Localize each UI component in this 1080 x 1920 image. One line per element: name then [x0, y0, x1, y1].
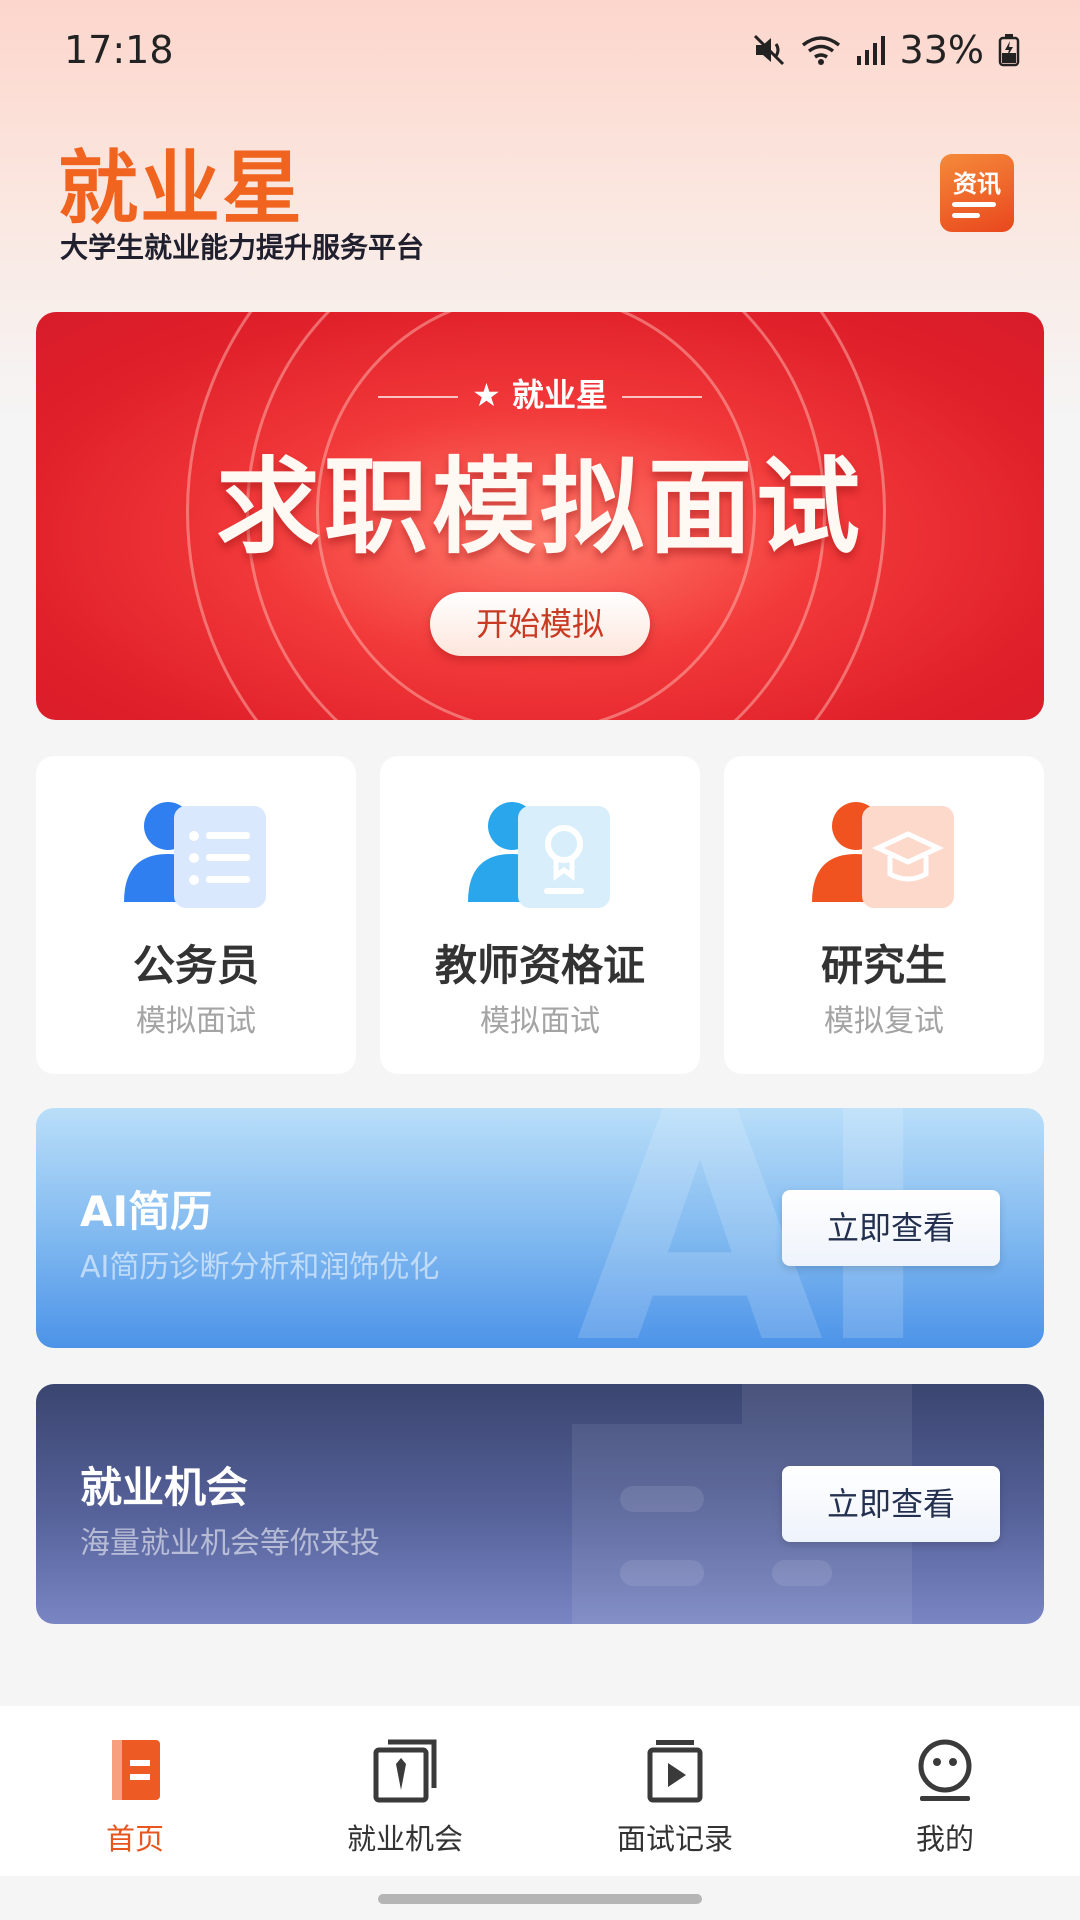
- ai-resume-card[interactable]: AI AI简历 AI简历诊断分析和润饰优化 立即查看: [36, 1108, 1044, 1348]
- graduate-cap-icon: [812, 802, 954, 908]
- card-subtitle: 模拟复试: [824, 1004, 944, 1039]
- teacher-certificate-card[interactable]: 教师资格证 模拟面试: [380, 756, 700, 1074]
- job-opportunity-subtitle: 海量就业机会等你来投: [80, 1526, 380, 1561]
- battery-percent: 33%: [899, 28, 984, 72]
- banner-brand: ★ 就业星: [36, 370, 1044, 416]
- teacher-certificate-icon: [468, 802, 610, 908]
- news-icon: [952, 196, 996, 218]
- tab-label: 面试记录: [616, 1822, 733, 1856]
- battery-icon: [998, 34, 1020, 67]
- home-indicator[interactable]: [378, 1894, 702, 1904]
- app-title: 就业星: [58, 142, 304, 235]
- news-button[interactable]: 资讯: [940, 154, 1014, 232]
- tab-interview-record[interactable]: 面试记录: [540, 1706, 810, 1876]
- civil-servant-card[interactable]: 公务员 模拟面试: [36, 756, 356, 1074]
- profile-face-icon: [918, 1739, 972, 1801]
- tab-label: 我的: [915, 1822, 974, 1856]
- card-title: 教师资格证: [434, 941, 645, 990]
- status-time: 17:18: [64, 28, 174, 72]
- card-subtitle: 模拟面试: [136, 1004, 256, 1039]
- wifi-icon: [801, 36, 840, 65]
- mock-interview-banner[interactable]: ★ 就业星 求职模拟面试 开始模拟: [36, 312, 1044, 720]
- tab-profile[interactable]: 我的: [810, 1706, 1080, 1876]
- card-title: 公务员: [132, 941, 259, 990]
- card-title: 研究生: [820, 941, 947, 990]
- building-illustration: [572, 1424, 742, 1624]
- ai-resume-title: AI简历: [80, 1187, 213, 1236]
- video-record-icon: [647, 1740, 703, 1803]
- app-subtitle: 大学生就业能力提升服务平台: [60, 231, 425, 264]
- briefcase-tie-icon: [373, 1739, 437, 1803]
- job-opportunity-title: 就业机会: [80, 1463, 249, 1512]
- tab-home[interactable]: 首页: [0, 1706, 270, 1876]
- tab-label: 就业机会: [346, 1822, 463, 1856]
- tab-job-opportunity[interactable]: 就业机会: [270, 1706, 540, 1876]
- bottom-tab-bar: 首页 就业机会 面试记录 我的: [0, 1706, 1080, 1876]
- signal-icon: [856, 36, 885, 65]
- graduate-card[interactable]: 研究生 模拟复试: [724, 756, 1044, 1074]
- mute-icon: [753, 34, 784, 66]
- card-subtitle: 模拟面试: [480, 1004, 600, 1039]
- building-window: [620, 1486, 704, 1512]
- status-icons: 33%: [752, 28, 1020, 72]
- civil-servant-icon: [124, 802, 266, 908]
- star-icon: ★: [472, 376, 501, 414]
- building-window: [772, 1560, 832, 1586]
- job-opportunity-card[interactable]: 就业机会 海量就业机会等你来投 立即查看: [36, 1384, 1044, 1624]
- tab-label: 首页: [105, 1822, 164, 1856]
- start-simulation-button[interactable]: 开始模拟: [430, 592, 650, 656]
- building-window: [620, 1560, 704, 1586]
- banner-title: 求职模拟面试: [215, 446, 864, 568]
- ai-resume-subtitle: AI简历诊断分析和润饰优化: [80, 1250, 440, 1285]
- job-opportunity-view-button[interactable]: 立即查看: [782, 1466, 1000, 1542]
- news-label: 资讯: [953, 170, 1001, 198]
- ai-resume-view-button[interactable]: 立即查看: [782, 1190, 1000, 1266]
- status-bar: 17:18 33%: [0, 0, 1080, 100]
- home-icon: [112, 1740, 160, 1800]
